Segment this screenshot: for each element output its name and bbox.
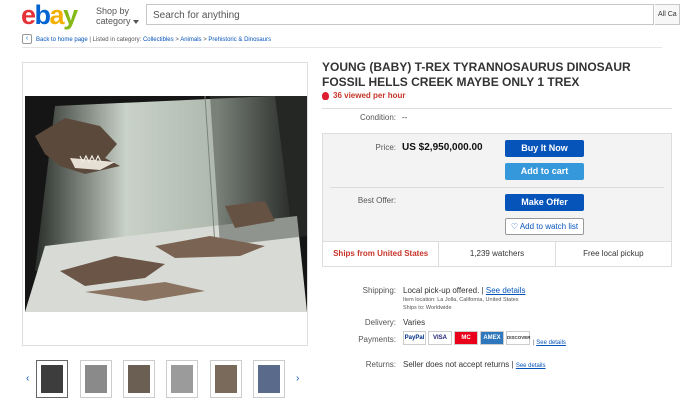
logo-letter-a: a <box>49 0 65 30</box>
price-value: US $2,950,000.00 <box>402 142 483 153</box>
thumbnail[interactable] <box>36 360 68 398</box>
shop-by-category[interactable]: Shop by category <box>96 6 139 26</box>
divider <box>330 187 664 188</box>
watch-list-label: Add to watch list <box>519 222 579 231</box>
category-select[interactable]: All Ca <box>655 4 680 25</box>
divider <box>322 108 672 109</box>
returns-see-details-link[interactable]: See details <box>516 363 546 369</box>
chevron-down-icon <box>132 19 139 24</box>
category-label: category <box>96 16 131 26</box>
dinosaur-fossil-photo <box>25 96 307 312</box>
back-to-home-link[interactable]: Back to home page <box>36 37 88 43</box>
add-to-watch-list-button[interactable]: ♡ Add to watch list <box>505 218 584 235</box>
breadcrumb-collectibles[interactable]: Collectibles <box>143 37 174 43</box>
breadcrumb-animals[interactable]: Animals <box>180 37 201 43</box>
buy-it-now-button[interactable]: Buy It Now <box>505 140 584 157</box>
thumbnail[interactable] <box>80 360 112 398</box>
shipping-text: Local pick-up offered. <box>403 286 480 295</box>
shop-by-label: Shop by <box>96 6 130 16</box>
condition-value: -- <box>402 113 408 122</box>
paypal-icon: PayPal <box>403 331 426 345</box>
thumbnail[interactable] <box>210 360 242 398</box>
discover-icon: DISCOVER <box>506 331 531 345</box>
visa-icon: VISA <box>428 331 452 345</box>
delivery-label: Delivery: <box>364 318 396 327</box>
thumbnail[interactable] <box>166 360 198 398</box>
item-title: YOUNG (BABY) T-REX TYRANNOSAURUS DINOSAU… <box>322 60 631 89</box>
next-arrow-icon[interactable]: › <box>296 373 299 384</box>
heart-icon: ♡ <box>510 222 520 231</box>
payments-see-details: | See details <box>533 340 566 346</box>
breadcrumb-separator: > <box>203 37 207 43</box>
thumbnail-strip: ‹ › <box>22 356 308 402</box>
flame-icon <box>322 91 329 100</box>
breadcrumb: ‹ Back to home page | Listed in category:… <box>22 34 662 48</box>
viewed-text: 36 viewed per hour <box>333 91 406 100</box>
mastercard-icon: MC <box>454 331 478 345</box>
ships-to: Ships to: Worldwide <box>403 305 452 311</box>
returns-value: Seller does not accept returns | See det… <box>403 360 546 369</box>
listing-stats: Ships from United States 1,239 watchers … <box>322 241 672 267</box>
shipping-value: Local pick-up offered. | See details <box>403 286 526 295</box>
make-offer-button[interactable]: Make Offer <box>505 194 584 211</box>
logo-letter-b: b <box>34 0 52 30</box>
thumbnail[interactable] <box>123 360 155 398</box>
main-photo-frame[interactable] <box>22 62 308 346</box>
search-input[interactable]: Search for anything <box>146 4 654 25</box>
price-label: Price: <box>375 143 396 152</box>
watchers-count: 1,239 watchers <box>439 242 556 266</box>
delivery-value: Varies <box>403 318 426 327</box>
breadcrumb-separator: > <box>175 37 179 43</box>
add-to-cart-button[interactable]: Add to cart <box>505 163 584 180</box>
shipping-see-details-link[interactable]: See details <box>486 286 526 295</box>
prev-arrow-icon[interactable]: ‹ <box>26 373 29 384</box>
back-arrow-icon[interactable]: ‹ <box>22 34 32 45</box>
logo-letter-e: e <box>21 0 36 30</box>
returns-text: Seller does not accept returns <box>403 360 510 369</box>
payments-label: Payments: <box>358 335 396 344</box>
ships-from: Ships from United States <box>323 242 440 266</box>
main-photo[interactable] <box>25 96 307 312</box>
logo-letter-y: y <box>63 0 78 30</box>
item-location: Item location: La Jolla, California, Uni… <box>403 297 519 303</box>
breadcrumb-prehistoric[interactable]: Prehistoric & Dinosaurs <box>208 37 271 43</box>
condition-label: Condition: <box>359 113 396 122</box>
header: ebay Shop by category Search for anythin… <box>0 0 680 30</box>
amex-icon: AMEX <box>480 331 504 345</box>
listed-in-label: | Listed in category: <box>89 37 142 43</box>
shipping-label: Shipping: <box>362 286 396 295</box>
thumbnail[interactable] <box>253 360 285 398</box>
viewed-per-hour: 36 viewed per hour <box>322 91 405 100</box>
ebay-logo[interactable]: ebay <box>21 0 78 30</box>
free-local-pickup: Free local pickup <box>583 249 644 258</box>
payments-see-details-link[interactable]: See details <box>536 340 566 346</box>
returns-label: Returns: <box>365 360 396 369</box>
best-offer-label: Best Offer: <box>357 196 396 205</box>
